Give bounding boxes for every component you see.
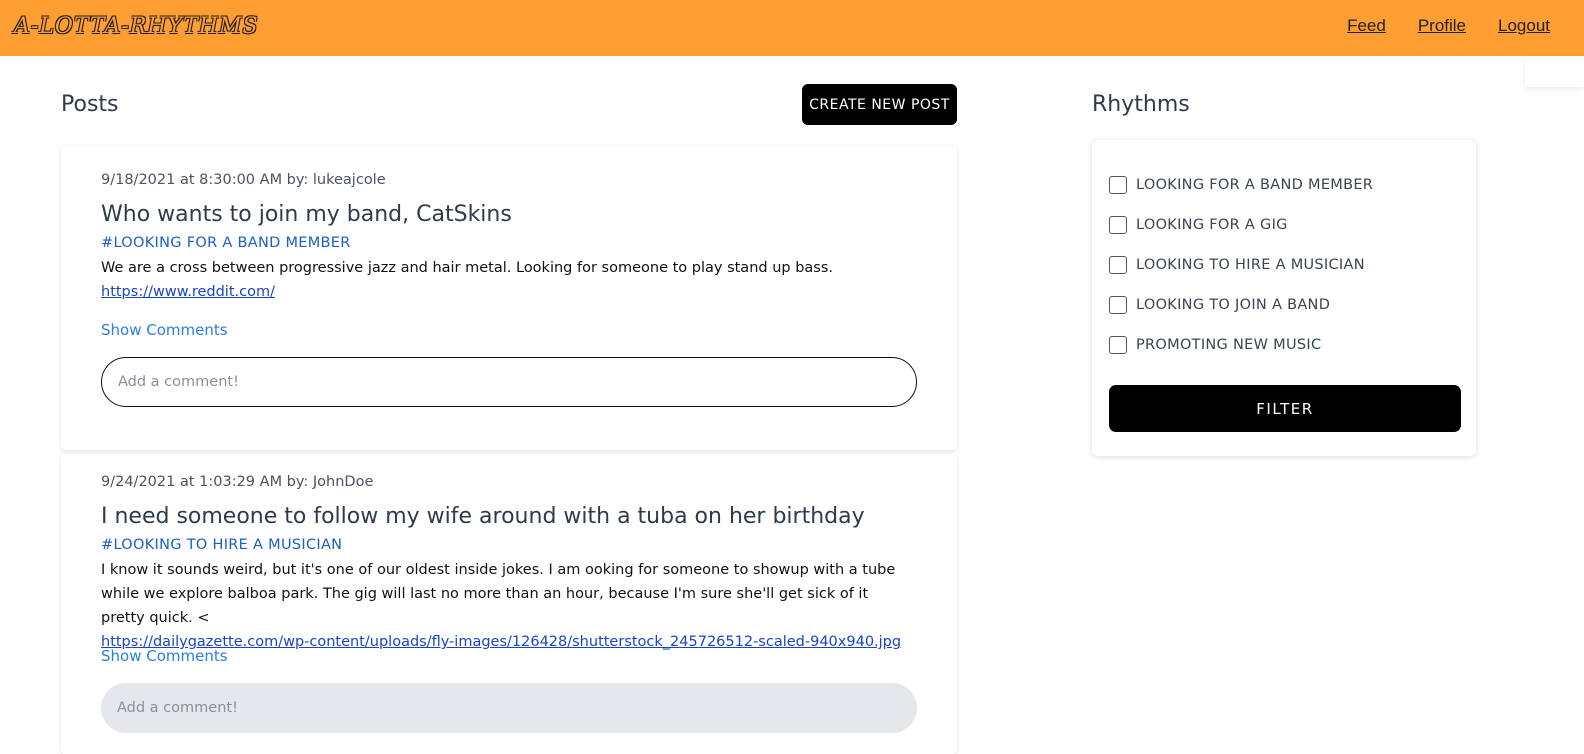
post-card: 9/18/2021 at 8:30:00 AM by: lukeajcole W… (61, 146, 957, 450)
site-logo[interactable]: A-LOTTA-RHYTHMS (14, 14, 259, 39)
filter-label: PROMOTING NEW MUSIC (1136, 337, 1322, 353)
post-link[interactable]: https://www.reddit.com/ (101, 284, 275, 300)
show-comments-link[interactable]: Show Comments (101, 647, 228, 665)
nav-logout-link[interactable]: Logout (1498, 16, 1550, 36)
filter-label: LOOKING FOR A BAND MEMBER (1136, 177, 1374, 193)
post-card: 9/24/2021 at 1:03:29 AM by: JohnDoe I ne… (61, 454, 957, 754)
comment-input[interactable] (101, 683, 917, 733)
filter-label: LOOKING FOR A GIG (1136, 217, 1288, 233)
checkbox[interactable] (1109, 176, 1127, 194)
post-tag[interactable]: #LOOKING FOR A BAND MEMBER (101, 235, 351, 251)
nav-links: Feed Profile Logout (1347, 16, 1550, 36)
top-navbar: A-LOTTA-RHYTHMS Feed Profile Logout (0, 0, 1584, 56)
filter-option[interactable]: LOOKING TO JOIN A BAND (1109, 296, 1330, 314)
create-new-post-button[interactable]: CREATE NEW POST (802, 84, 957, 125)
post-meta: 9/18/2021 at 8:30:00 AM by: lukeajcole (101, 172, 386, 188)
rhythms-heading: Rhythms (1092, 92, 1190, 117)
post-body: We are a cross between progressive jazz … (101, 256, 911, 304)
filter-button[interactable]: FILTER (1109, 385, 1461, 432)
comment-input[interactable] (101, 357, 917, 407)
checkbox[interactable] (1109, 336, 1127, 354)
post-body-text: I know it sounds weird, but it's one of … (101, 562, 896, 626)
checkbox[interactable] (1109, 216, 1127, 234)
edge-tab (1525, 56, 1584, 87)
filter-option[interactable]: PROMOTING NEW MUSIC (1109, 336, 1321, 354)
post-body-text: We are a cross between progressive jazz … (101, 260, 834, 276)
filter-label: LOOKING TO JOIN A BAND (1136, 297, 1331, 313)
nav-profile-link[interactable]: Profile (1418, 16, 1466, 36)
filter-option[interactable]: LOOKING FOR A GIG (1109, 216, 1288, 234)
filter-option[interactable]: LOOKING TO HIRE A MUSICIAN (1109, 256, 1365, 274)
post-meta: 9/24/2021 at 1:03:29 AM by: JohnDoe (101, 474, 374, 490)
checkbox[interactable] (1109, 256, 1127, 274)
post-title: Who wants to join my band, CatSkins (101, 202, 512, 227)
post-tag[interactable]: #LOOKING TO HIRE A MUSICIAN (101, 537, 342, 553)
show-comments-link[interactable]: Show Comments (101, 321, 228, 339)
checkbox[interactable] (1109, 296, 1127, 314)
posts-heading: Posts (61, 92, 119, 117)
post-title: I need someone to follow my wife around … (101, 504, 865, 529)
rhythms-filter-panel: LOOKING FOR A BAND MEMBER LOOKING FOR A … (1092, 140, 1476, 456)
post-body: I know it sounds weird, but it's one of … (101, 558, 911, 654)
filter-label: LOOKING TO HIRE A MUSICIAN (1136, 257, 1365, 273)
nav-feed-link[interactable]: Feed (1347, 16, 1386, 36)
filter-option[interactable]: LOOKING FOR A BAND MEMBER (1109, 176, 1373, 194)
